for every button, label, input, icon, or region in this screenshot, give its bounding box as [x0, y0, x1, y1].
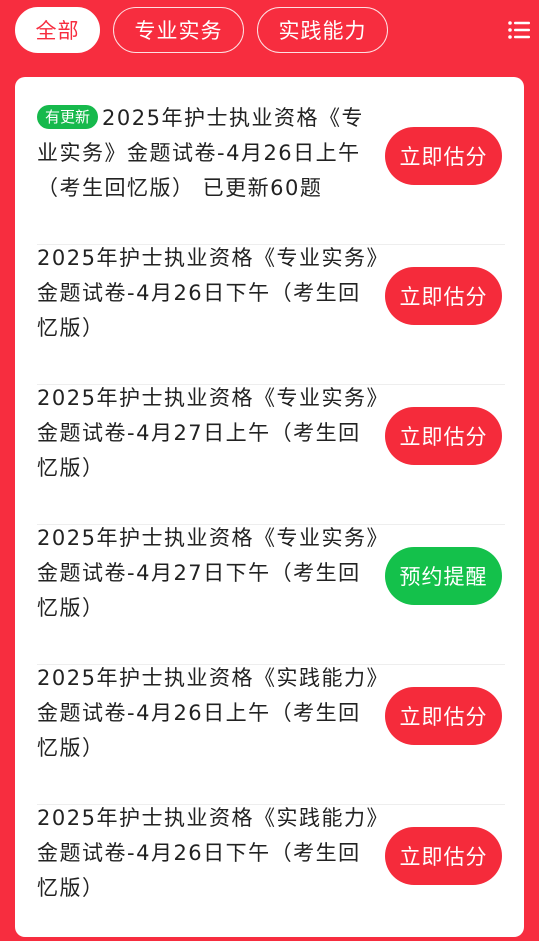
- reminder-button[interactable]: 预约提醒: [385, 547, 502, 605]
- estimate-score-button[interactable]: 立即估分: [385, 687, 502, 745]
- list-item: 有更新 2025年护士执业资格《专业实务》金题试卷-4月26日上午（考生回忆版） …: [37, 101, 505, 245]
- tab-practical-ability[interactable]: 实践能力: [257, 7, 388, 53]
- list-item: 2025年护士执业资格《专业实务》金题试卷-4月26日下午（考生回忆版） 立即估…: [37, 241, 505, 385]
- estimate-score-button[interactable]: 立即估分: [385, 827, 502, 885]
- list-item: 2025年护士执业资格《实践能力》金题试卷-4月26日下午（考生回忆版） 立即估…: [37, 801, 505, 941]
- exam-title[interactable]: 2025年护士执业资格《实践能力》金题试卷-4月26日下午（考生回忆版）: [37, 801, 379, 906]
- exam-title[interactable]: 2025年护士执业资格《专业实务》金题试卷-4月27日上午（考生回忆版）: [37, 381, 379, 486]
- estimate-score-button[interactable]: 立即估分: [385, 127, 502, 185]
- exam-title[interactable]: 有更新 2025年护士执业资格《专业实务》金题试卷-4月26日上午（考生回忆版） …: [37, 101, 379, 206]
- exam-title[interactable]: 2025年护士执业资格《专业实务》金题试卷-4月26日下午（考生回忆版）: [37, 241, 379, 346]
- tab-all[interactable]: 全部: [15, 7, 100, 53]
- category-tabs: 全部 专业实务 实践能力: [0, 0, 539, 64]
- tab-professional-practice[interactable]: 专业实务: [113, 7, 244, 53]
- list-menu-icon[interactable]: [508, 20, 530, 40]
- list-item: 2025年护士执业资格《专业实务》金题试卷-4月27日上午（考生回忆版） 立即估…: [37, 381, 505, 525]
- exam-list-card: 有更新 2025年护士执业资格《专业实务》金题试卷-4月26日上午（考生回忆版） …: [15, 77, 524, 937]
- updated-badge: 有更新: [37, 105, 99, 129]
- exam-title[interactable]: 2025年护士执业资格《实践能力》金题试卷-4月26日上午（考生回忆版）: [37, 661, 379, 766]
- estimate-score-button[interactable]: 立即估分: [385, 407, 502, 465]
- list-item: 2025年护士执业资格《实践能力》金题试卷-4月26日上午（考生回忆版） 立即估…: [37, 661, 505, 805]
- estimate-score-button[interactable]: 立即估分: [385, 267, 502, 325]
- exam-title[interactable]: 2025年护士执业资格《专业实务》金题试卷-4月27日下午（考生回忆版）: [37, 521, 379, 626]
- list-item: 2025年护士执业资格《专业实务》金题试卷-4月27日下午（考生回忆版） 预约提…: [37, 521, 505, 665]
